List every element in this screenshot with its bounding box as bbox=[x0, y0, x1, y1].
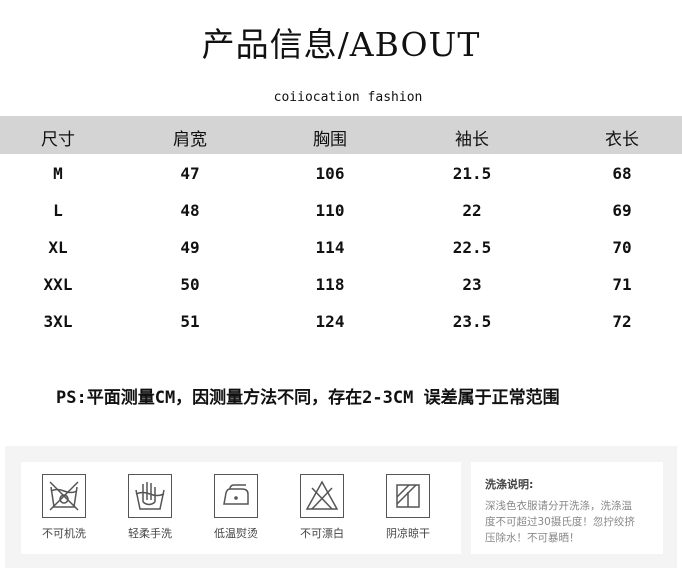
shoulder-cell: 51 bbox=[180, 312, 200, 331]
shoulder-cell: 48 bbox=[180, 201, 200, 220]
chest-cell: 110 bbox=[315, 201, 345, 220]
table-row: L 48 110 22 69 bbox=[0, 201, 682, 231]
header-shoulder: 肩宽 bbox=[173, 130, 207, 150]
table-row: XXL 50 118 23 71 bbox=[0, 275, 682, 305]
size-table-header: 尺寸 肩宽 胸围 袖长 衣长 bbox=[0, 116, 682, 154]
care-label: 阴凉晾干 bbox=[386, 527, 430, 540]
chest-cell: 114 bbox=[315, 238, 345, 257]
size-cell: 3XL bbox=[43, 312, 73, 331]
length-cell: 72 bbox=[612, 312, 632, 331]
care-label: 不可机洗 bbox=[42, 527, 86, 540]
table-row: 3XL 51 124 23.5 72 bbox=[0, 312, 682, 342]
care-icons: 不可机洗 轻柔手洗 低温熨烫 不可漂白 阴凉晾干 bbox=[21, 462, 461, 554]
iron-low-icon bbox=[214, 474, 258, 518]
instructions-line: 压除水！不可暴晒！ bbox=[485, 532, 580, 544]
sleeve-cell: 23 bbox=[462, 275, 482, 294]
sleeve-cell: 21.5 bbox=[452, 164, 492, 183]
length-cell: 68 bbox=[612, 164, 632, 183]
no-machine-wash-icon bbox=[42, 474, 86, 518]
length-cell: 69 bbox=[612, 201, 632, 220]
shoulder-cell: 47 bbox=[180, 164, 200, 183]
sleeve-cell: 22 bbox=[462, 201, 482, 220]
chest-cell: 124 bbox=[315, 312, 345, 331]
care-panel: 不可机洗 轻柔手洗 低温熨烫 不可漂白 阴凉晾干 洗涤说明: 深浅色衣服请分开洗… bbox=[5, 446, 677, 568]
header-length: 衣长 bbox=[605, 130, 639, 150]
chest-cell: 118 bbox=[315, 275, 345, 294]
care-label: 低温熨烫 bbox=[214, 527, 258, 540]
care-label: 不可漂白 bbox=[300, 527, 344, 540]
care-label: 轻柔手洗 bbox=[128, 527, 172, 540]
length-cell: 70 bbox=[612, 238, 632, 257]
hand-wash-icon bbox=[128, 474, 172, 518]
header-chest: 胸围 bbox=[313, 130, 347, 150]
care-item: 低温熨烫 bbox=[201, 474, 271, 541]
instructions-line: 深浅色衣服请分开洗涤，洗涤温 bbox=[485, 500, 632, 512]
length-cell: 71 bbox=[612, 275, 632, 294]
chest-cell: 106 bbox=[315, 164, 345, 183]
shoulder-cell: 49 bbox=[180, 238, 200, 257]
instructions-title: 洗涤说明: bbox=[485, 478, 534, 491]
header-sleeve: 袖长 bbox=[455, 130, 489, 150]
care-item: 阴凉晾干 bbox=[373, 474, 443, 541]
size-cell: L bbox=[53, 201, 63, 220]
no-bleach-icon bbox=[300, 474, 344, 518]
care-item: 轻柔手洗 bbox=[115, 474, 185, 541]
table-row: XL 49 114 22.5 70 bbox=[0, 238, 682, 268]
sleeve-cell: 23.5 bbox=[452, 312, 492, 331]
shoulder-cell: 50 bbox=[180, 275, 200, 294]
sleeve-cell: 22.5 bbox=[452, 238, 492, 257]
instructions-text: 深浅色衣服请分开洗涤，洗涤温 度不可超过30摄氏度！忽拧绞挤 压除水！不可暴晒！ bbox=[485, 498, 653, 546]
page-title: 产品信息/ABOUT bbox=[201, 25, 481, 64]
instructions-line: 度不可超过30摄氏度！忽拧绞挤 bbox=[485, 516, 635, 528]
care-item: 不可漂白 bbox=[287, 474, 357, 541]
size-cell: XL bbox=[48, 238, 68, 257]
brand-name: coiiocation fashion bbox=[273, 90, 423, 105]
size-cell: M bbox=[53, 164, 63, 183]
care-instructions: 洗涤说明: 深浅色衣服请分开洗涤，洗涤温 度不可超过30摄氏度！忽拧绞挤 压除水… bbox=[471, 462, 663, 554]
table-row: M 47 106 21.5 68 bbox=[0, 164, 682, 194]
measurement-note: PS:平面测量CM，因测量方法不同，存在2-3CM 误差属于正常范围 bbox=[56, 388, 560, 408]
shade-dry-icon bbox=[386, 474, 430, 518]
size-cell: XXL bbox=[43, 275, 73, 294]
header-size: 尺寸 bbox=[41, 130, 75, 150]
care-item: 不可机洗 bbox=[29, 474, 99, 541]
